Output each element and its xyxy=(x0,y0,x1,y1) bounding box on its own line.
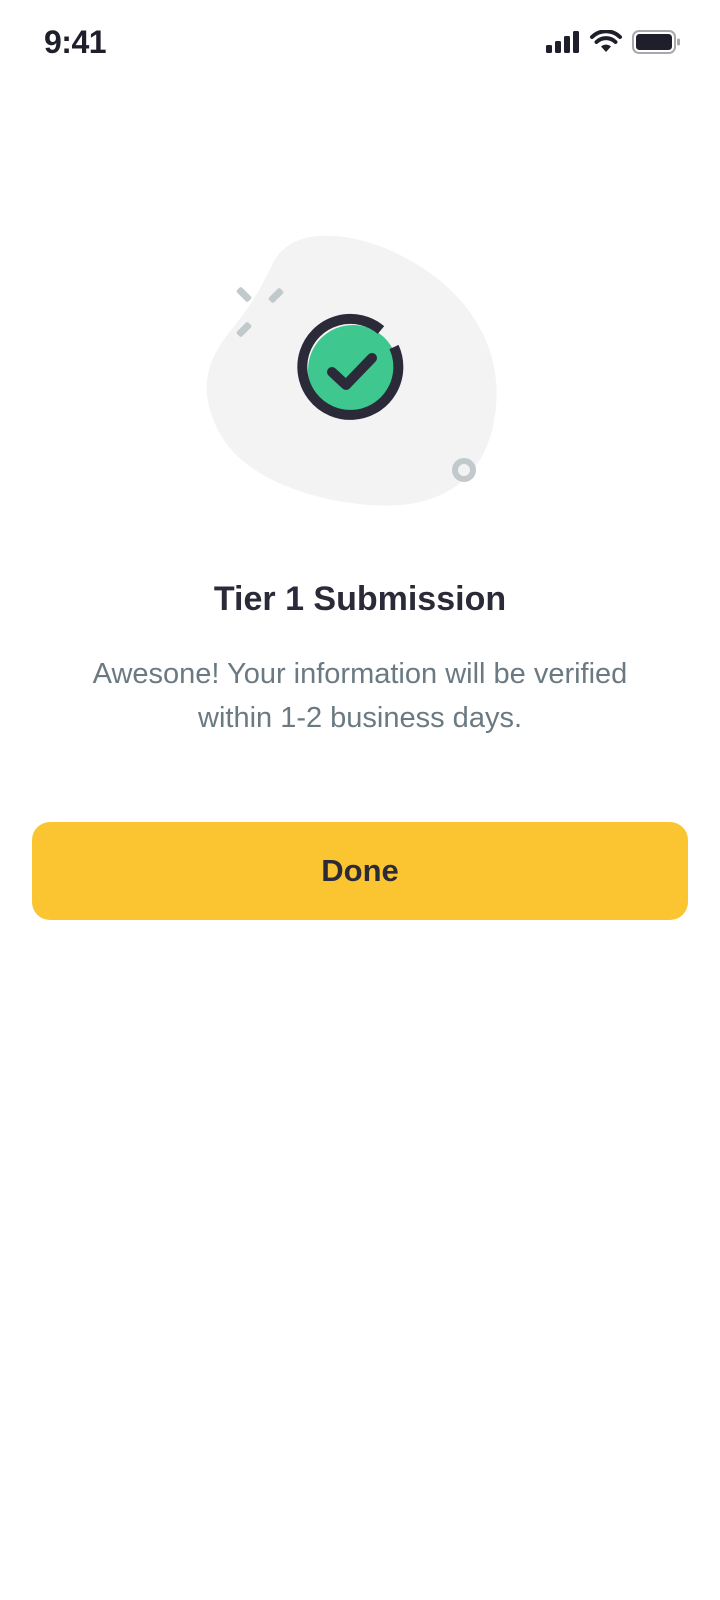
page-title: Tier 1 Submission xyxy=(213,580,507,618)
battery-icon xyxy=(632,30,680,54)
sparkle-mark xyxy=(236,287,252,302)
message-line: within 1-2 business days. xyxy=(198,702,522,734)
success-illustration xyxy=(200,225,510,520)
status-time: 9:41 xyxy=(44,24,107,60)
done-button[interactable]: Done xyxy=(32,822,688,920)
confirmation-message: Awesone! Your information will be verifi… xyxy=(40,652,680,740)
status-icons xyxy=(546,30,680,54)
message-line: Awesone! Your information will be verifi… xyxy=(92,658,628,690)
wifi-icon xyxy=(590,30,622,54)
status-bar: 9:41 xyxy=(0,0,720,90)
signal-icon xyxy=(546,31,580,53)
